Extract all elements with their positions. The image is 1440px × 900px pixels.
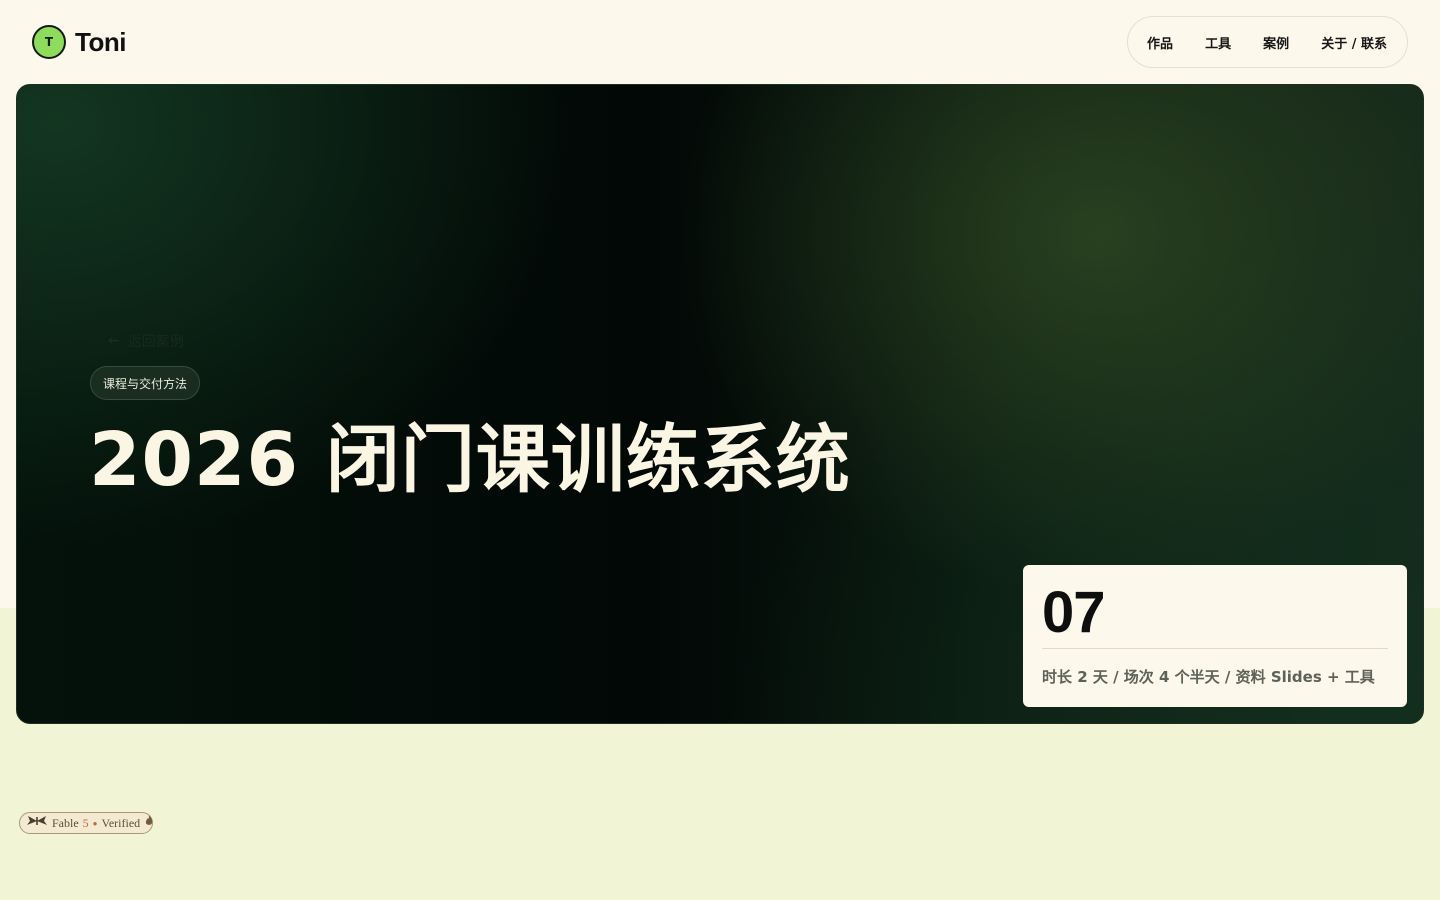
main-nav: 作品 工具 案例 关于 / 联系 bbox=[1127, 16, 1408, 68]
nav-item-works[interactable]: 作品 bbox=[1147, 33, 1173, 52]
stat-number: 07 bbox=[1042, 580, 1106, 645]
nav-item-about-contact[interactable]: 关于 / 联系 bbox=[1321, 33, 1387, 52]
page-title: 2026 闭门课训练系统 bbox=[89, 417, 851, 503]
hero-section: ← 返回案例 课程与交付方法 2026 闭门课训练系统 07 时长 2 天 / … bbox=[16, 84, 1424, 724]
back-to-cases-link[interactable]: ← 返回案例 bbox=[108, 331, 184, 351]
category-tag: 课程与交付方法 bbox=[90, 366, 201, 400]
stat-card: 07 时长 2 天 / 场次 4 个半天 / 资料 Slides + 工具 bbox=[1023, 565, 1407, 707]
nav-item-cases[interactable]: 案例 bbox=[1263, 33, 1289, 52]
badge-label: Verified bbox=[101, 815, 141, 830]
badge-separator: ● bbox=[92, 818, 98, 828]
logo-text: Toni bbox=[75, 26, 126, 57]
flame-icon bbox=[144, 815, 154, 831]
badge-number: 5 bbox=[82, 815, 89, 830]
stat-meta: 时长 2 天 / 场次 4 个半天 / 资料 Slides + 工具 bbox=[1042, 668, 1375, 686]
badge-brand: Fable bbox=[52, 815, 79, 830]
logo[interactable]: T Toni bbox=[32, 25, 126, 59]
arrow-left-icon: ← bbox=[108, 333, 120, 349]
verified-badge[interactable]: Fable 5 ● Verified bbox=[19, 812, 153, 834]
back-link-label: 返回案例 bbox=[127, 334, 184, 350]
stat-divider bbox=[1042, 648, 1388, 649]
nav-item-tools[interactable]: 工具 bbox=[1205, 33, 1231, 52]
moth-icon bbox=[26, 815, 48, 831]
logo-mark: T bbox=[32, 25, 66, 59]
